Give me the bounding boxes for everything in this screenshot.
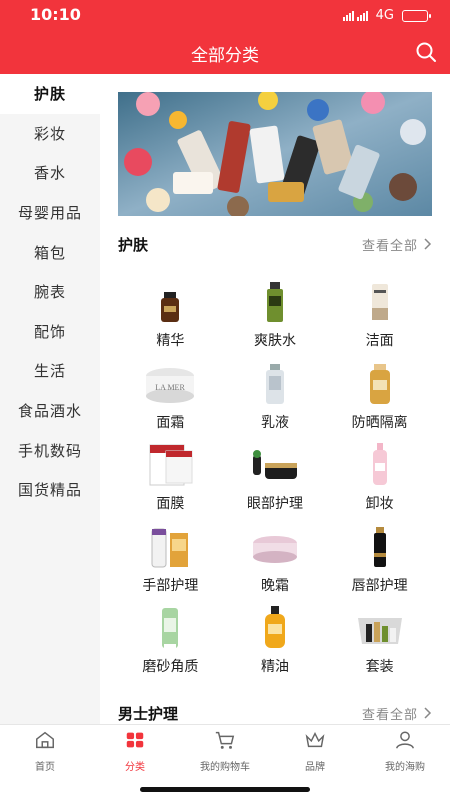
section-header-skincare: 护肤 查看全部	[118, 232, 432, 256]
category-item-label: 手部护理	[142, 577, 199, 594]
section-title: 护肤	[118, 235, 149, 254]
view-all-label: 查看全部	[361, 238, 418, 254]
category-item-label: 面膜	[156, 496, 185, 513]
category-item[interactable]: 爽肤水	[223, 274, 328, 356]
sidebar-item[interactable]: 香水	[0, 153, 100, 193]
sidebar-item[interactable]: 护肤	[0, 74, 100, 114]
view-all-label: 查看全部	[361, 707, 418, 723]
status-bar: 10:10 4G	[0, 0, 450, 30]
category-item-label: 磨砂角质	[142, 659, 199, 676]
serum-bottle-icon	[142, 278, 198, 324]
sidebar-item[interactable]: 手机数码	[0, 430, 100, 470]
chevron-right-icon	[424, 707, 432, 719]
category-item[interactable]: LA MER 面霜	[118, 356, 223, 438]
sidebar-item[interactable]: 国货精品	[0, 470, 100, 510]
category-item-label: 面霜	[156, 414, 185, 431]
category-item[interactable]: 眼部护理	[223, 437, 328, 519]
home-indicator	[140, 787, 310, 792]
crown-icon	[304, 729, 326, 755]
bottom-tab-bar: 首页 分类 我的购物车 品牌 我的海购	[0, 724, 450, 776]
category-item[interactable]: 套装	[327, 600, 432, 682]
category-item[interactable]: 防晒隔离	[327, 356, 432, 438]
tab-cart[interactable]: 我的购物车	[180, 725, 270, 776]
search-button[interactable]	[414, 40, 438, 64]
category-item[interactable]: 乳液	[223, 356, 328, 438]
category-item[interactable]: 磨砂角质	[118, 600, 223, 682]
tab-label: 首页	[35, 761, 55, 773]
chevron-right-icon	[424, 238, 432, 250]
scrub-tube-icon	[142, 604, 198, 650]
cream-jar-icon: LA MER	[142, 360, 198, 406]
category-item[interactable]: 面膜	[118, 437, 223, 519]
signal-icon	[342, 10, 368, 21]
sidebar-item[interactable]: 食品酒水	[0, 391, 100, 431]
category-item[interactable]: 精华	[118, 274, 223, 356]
app-header: 全部分类	[0, 30, 450, 74]
category-item[interactable]: 精油	[223, 600, 328, 682]
sidebar-item[interactable]: 生活	[0, 351, 100, 391]
cart-icon	[214, 729, 236, 755]
category-item[interactable]: 卸妆	[327, 437, 432, 519]
category-content: 护肤 查看全部 精华 爽肤水 洁面 LA MER 面霜 乳液 防晒隔离面膜 眼部护理 卸妆手部护…	[100, 74, 450, 724]
category-item[interactable]: 洁面	[327, 274, 432, 356]
svg-text:LA MER: LA MER	[156, 383, 186, 392]
view-all-link[interactable]: 查看全部	[362, 235, 432, 254]
face-mask-icon	[142, 441, 198, 487]
page-title: 全部分类	[191, 46, 259, 66]
home-icon	[34, 729, 56, 755]
night-cream-icon	[247, 523, 303, 569]
hand-cream-icon	[142, 523, 198, 569]
lip-care-icon	[352, 523, 408, 569]
gift-set-icon	[352, 604, 408, 650]
category-item-label: 精华	[156, 333, 185, 349]
view-all-link[interactable]: 查看全部	[362, 704, 432, 723]
category-item-label: 乳液	[260, 414, 289, 431]
sidebar-item[interactable]: 腕表	[0, 272, 100, 312]
category-item-label: 防晒隔离	[351, 414, 408, 431]
lotion-bottle-icon	[247, 360, 303, 406]
network-label: 4G	[375, 8, 394, 23]
category-item[interactable]: 手部护理	[118, 519, 223, 601]
section-title: 男士护理	[118, 704, 179, 723]
makeup-remover-icon	[352, 441, 408, 487]
tab-user[interactable]: 我的海购	[360, 725, 450, 776]
tab-home[interactable]: 首页	[0, 725, 90, 776]
cleanser-tube-icon	[352, 278, 408, 324]
essential-oil-icon	[247, 604, 303, 650]
category-item-label: 套装	[365, 659, 394, 676]
category-item-label: 眼部护理	[246, 496, 303, 513]
status-time: 10:10	[30, 5, 81, 24]
tab-label: 分类	[125, 761, 145, 773]
category-item[interactable]: 晚霜	[223, 519, 328, 601]
eye-cream-icon	[247, 441, 303, 487]
toner-bottle-icon	[247, 278, 303, 324]
tab-label: 品牌	[305, 761, 325, 773]
tab-label: 我的海购	[385, 761, 425, 773]
sidebar-item[interactable]: 母婴用品	[0, 193, 100, 233]
category-item-label: 爽肤水	[253, 333, 296, 349]
banner-image	[118, 92, 432, 216]
category-item-label: 唇部护理	[351, 577, 408, 594]
category-icon	[124, 729, 146, 755]
sidebar-item[interactable]: 彩妆	[0, 114, 100, 154]
user-icon	[394, 729, 416, 755]
product-category-grid: 精华 爽肤水 洁面 LA MER 面霜 乳液 防晒隔离面膜 眼部护理 卸妆手部护理 晚霜 唇部护理磨…	[118, 274, 432, 682]
category-item-label: 卸妆	[365, 496, 394, 513]
category-item-label: 精油	[260, 659, 289, 676]
search-icon	[416, 42, 436, 62]
tab-category[interactable]: 分类	[90, 725, 180, 776]
tab-crown[interactable]: 品牌	[270, 725, 360, 776]
category-item[interactable]: 唇部护理	[327, 519, 432, 601]
battery-icon	[402, 9, 431, 22]
skincare-banner[interactable]	[118, 92, 432, 216]
section-header-mens-care: 男士护理 查看全部	[118, 701, 432, 724]
sunscreen-bottle-icon	[352, 360, 408, 406]
category-item-label: 晚霜	[260, 577, 289, 594]
status-indicators: 4G	[342, 8, 431, 23]
category-item-label: 洁面	[365, 333, 394, 349]
sidebar-item[interactable]: 箱包	[0, 232, 100, 272]
sidebar-item[interactable]: 配饰	[0, 312, 100, 352]
category-sidebar: 护肤 彩妆 香水 母婴用品 箱包 腕表 配饰 生活 食品酒水 手机数码 国货精品	[0, 74, 100, 724]
tab-label: 我的购物车	[200, 761, 250, 773]
